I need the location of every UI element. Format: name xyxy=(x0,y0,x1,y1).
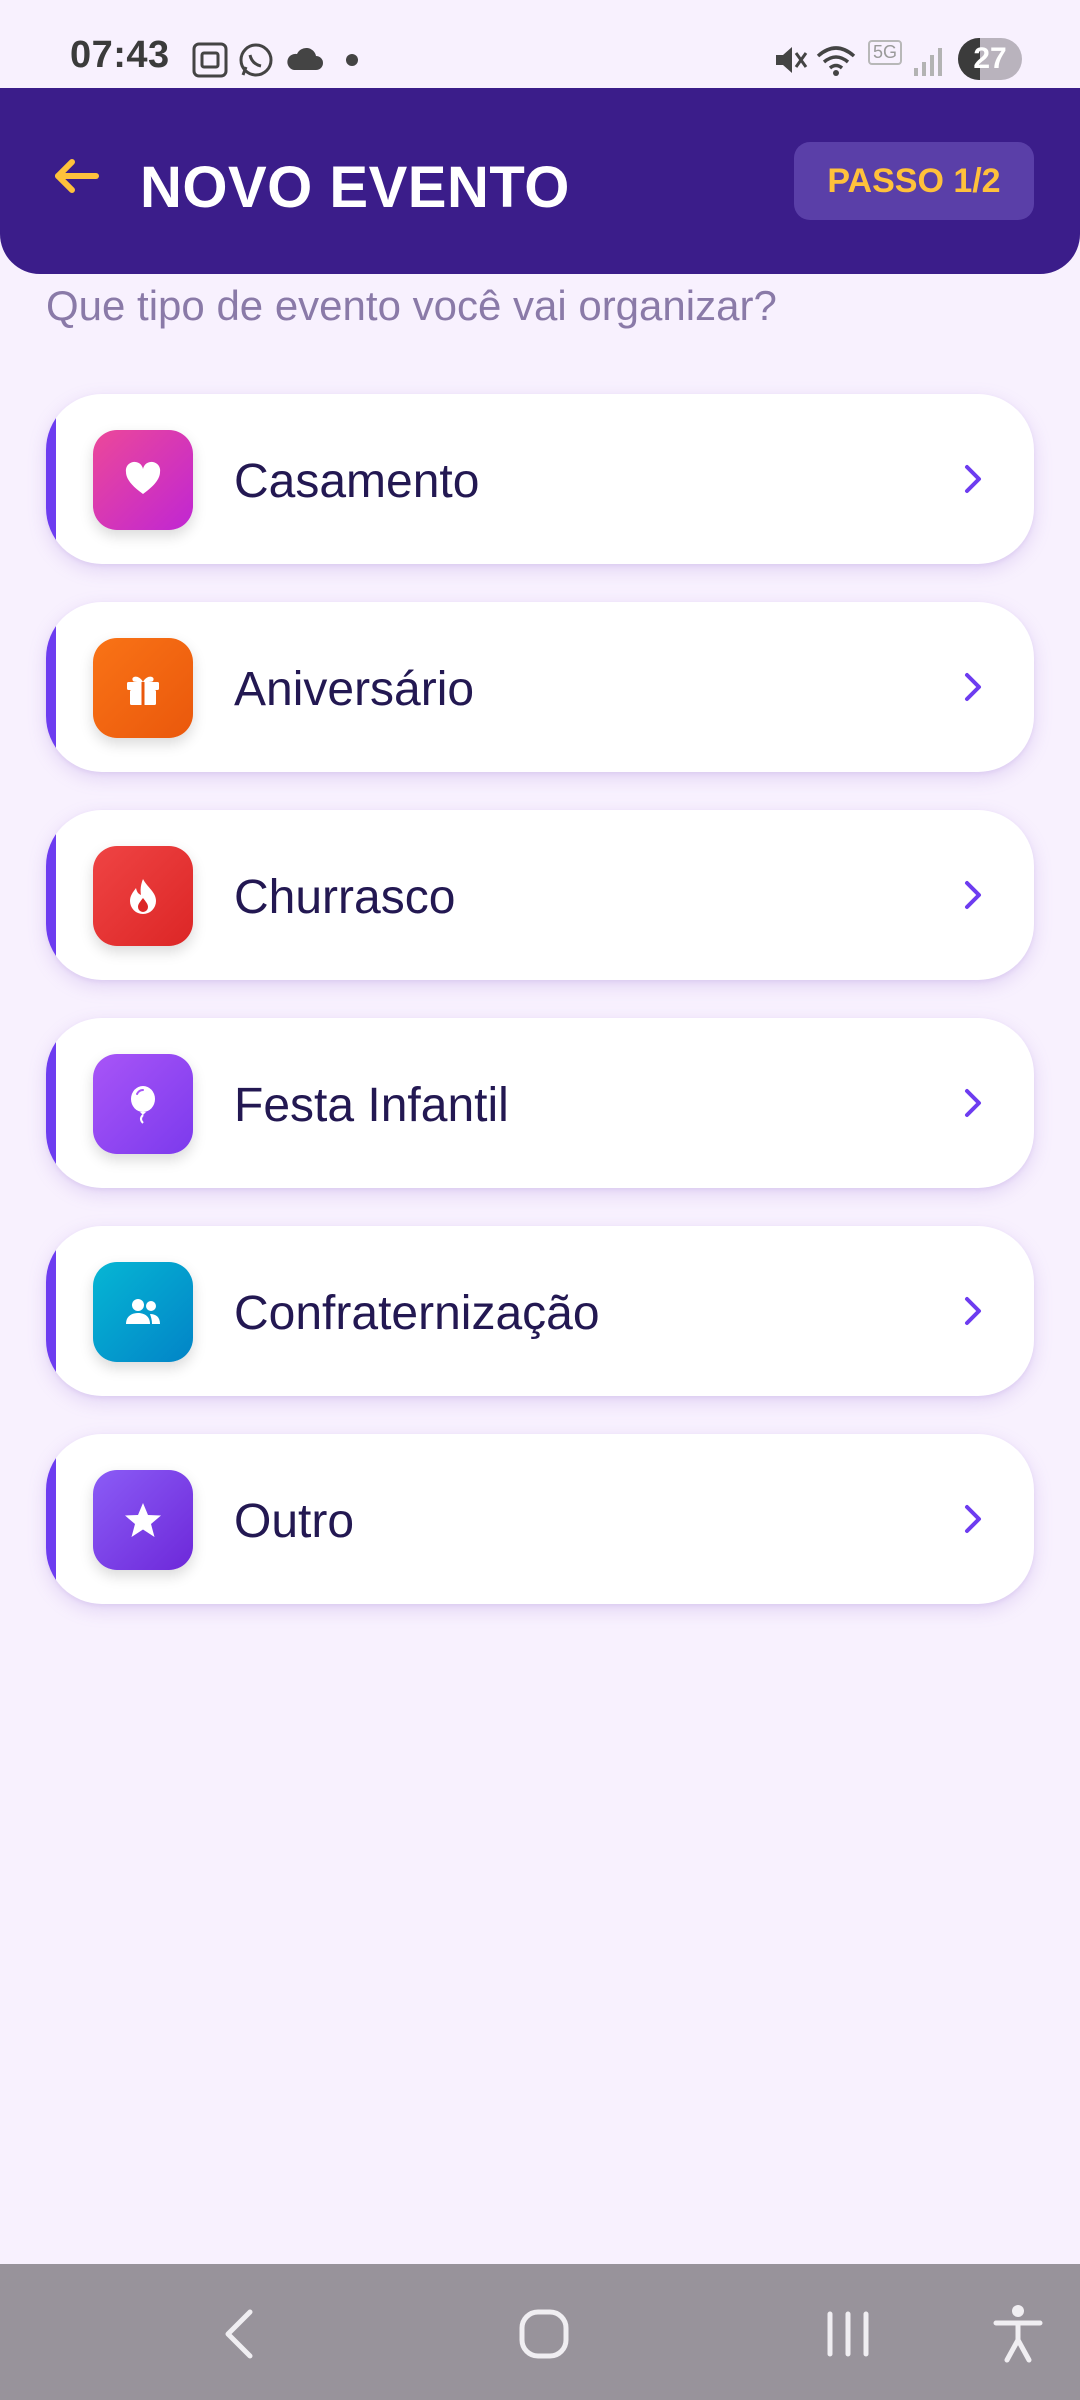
chevron-right-icon xyxy=(965,673,981,701)
card-accent-bar xyxy=(46,1226,56,1396)
notification-dot-icon xyxy=(346,54,358,66)
question-text: Que tipo de evento você vai organizar? xyxy=(46,282,777,329)
chevron-right-icon xyxy=(965,1297,981,1325)
cloud-icon xyxy=(287,47,323,70)
page-title: NOVO EVENTO xyxy=(140,155,570,220)
wifi-icon xyxy=(816,46,856,76)
nav-recents-icon[interactable] xyxy=(808,2294,888,2374)
event-type-list: Casamento Aniversário Churrasco Festa In… xyxy=(46,394,1034,1642)
flame-icon xyxy=(93,846,193,946)
event-option-label: Aniversário xyxy=(234,663,475,716)
card-accent-bar xyxy=(46,1018,56,1188)
star-icon xyxy=(93,1470,193,1570)
status-bar: 07:43 5G 27 xyxy=(0,0,1080,88)
mute-icon xyxy=(776,47,808,73)
users-icon xyxy=(93,1262,193,1362)
card-accent-bar xyxy=(46,394,56,564)
event-option-aniversario[interactable]: Aniversário xyxy=(46,602,1034,772)
whatsapp-icon xyxy=(239,43,273,77)
balloon-icon xyxy=(93,1054,193,1154)
nav-back-icon[interactable] xyxy=(200,2294,280,2374)
battery-level: 27 xyxy=(973,42,1007,75)
event-option-outro[interactable]: Outro xyxy=(46,1434,1034,1604)
card-accent-bar xyxy=(46,602,56,772)
event-option-festa-infantil[interactable]: Festa Infantil xyxy=(46,1018,1034,1188)
chevron-right-icon xyxy=(965,465,981,493)
accessibility-icon[interactable] xyxy=(978,2294,1058,2374)
event-option-label: Confraternização xyxy=(234,1287,600,1340)
signal-icon xyxy=(914,48,942,76)
status-time: 07:43 xyxy=(70,34,170,76)
chevron-right-icon xyxy=(965,1089,981,1117)
back-arrow-icon[interactable] xyxy=(44,144,108,208)
event-option-confraternizacao[interactable]: Confraternização xyxy=(46,1226,1034,1396)
event-option-churrasco[interactable]: Churrasco xyxy=(46,810,1034,980)
event-option-label: Churrasco xyxy=(234,871,456,924)
event-option-casamento[interactable]: Casamento xyxy=(46,394,1034,564)
app-header: NOVO EVENTO PASSO 1/2 xyxy=(0,88,1080,274)
card-accent-bar xyxy=(46,1434,56,1604)
heart-icon xyxy=(93,430,193,530)
nav-home-icon[interactable] xyxy=(504,2294,584,2374)
network-type-label: 5G xyxy=(868,40,903,65)
step-badge: PASSO 1/2 xyxy=(794,142,1034,220)
chevron-right-icon xyxy=(965,1505,981,1533)
event-option-label: Festa Infantil xyxy=(234,1079,509,1132)
event-option-label: Outro xyxy=(234,1495,355,1548)
chevron-right-icon xyxy=(965,881,981,909)
gift-icon xyxy=(93,638,193,738)
battery-indicator: 27 xyxy=(958,38,1022,80)
card-accent-bar xyxy=(46,810,56,980)
screenshot-icon xyxy=(192,42,228,78)
event-option-label: Casamento xyxy=(234,455,480,508)
system-navigation-bar xyxy=(0,2264,1080,2400)
